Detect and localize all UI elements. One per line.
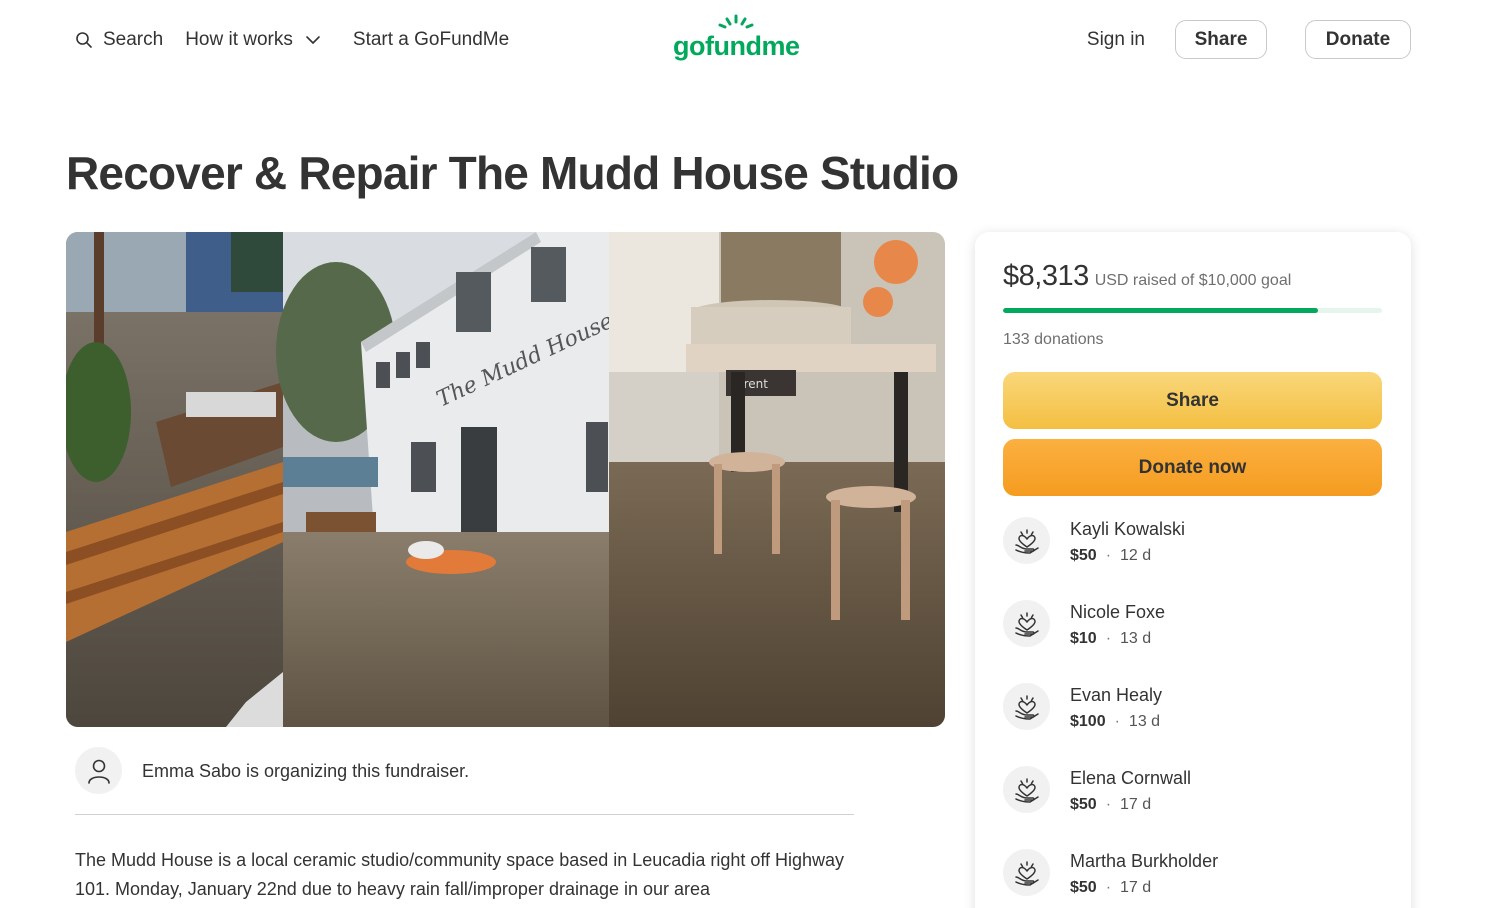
heart-hand-icon (1003, 683, 1050, 730)
search-link[interactable]: Search (75, 29, 163, 51)
separator-dot: · (1105, 796, 1112, 813)
organizer-avatar[interactable] (75, 747, 122, 794)
how-it-works-menu[interactable]: How it works (185, 29, 321, 51)
raised-amount: $8,313 (1003, 260, 1089, 292)
donor-time: 13 d (1128, 713, 1161, 730)
separator-dot: · (1114, 713, 1120, 730)
heart-hand-icon (1003, 600, 1050, 647)
donor-amount: $10 (1070, 630, 1097, 647)
nav-left: Search How it works Start a GoFundMe (75, 24, 509, 56)
header-donate-button[interactable]: Donate (1305, 20, 1411, 59)
donor-item: Elena Cornwall $50 · 17 d (1003, 766, 1382, 849)
nav-right: Sign in Share Donate (1087, 20, 1411, 59)
search-label: Search (103, 29, 164, 50)
donor-amount: $50 (1070, 796, 1097, 813)
donor-meta: $50 · 12 d (1070, 547, 1151, 565)
donate-now-button[interactable]: Donate now (1003, 439, 1382, 496)
logo-text: gofundme (673, 31, 800, 61)
campaign-story: The Mudd House is a local ceramic studio… (75, 850, 845, 899)
raised-summary: $8,313 USD raised of $10,000 goal (1003, 260, 1291, 293)
donor-item: Kayli Kowalski $50 · 12 d (1003, 517, 1382, 600)
donor-name: Kayli Kowalski (1070, 519, 1186, 539)
header-share-button[interactable]: Share (1175, 20, 1267, 59)
donor-time: 13 d (1120, 630, 1152, 647)
donor-meta: $50 · 17 d (1070, 879, 1151, 897)
donor-meta: $100 · 13 d (1070, 713, 1160, 731)
gofundme-logo[interactable]: gofundme (673, 14, 803, 64)
donor-time: 12 d (1120, 547, 1152, 564)
separator-dot: · (1105, 630, 1112, 647)
sign-in-link[interactable]: Sign in (1087, 29, 1145, 51)
donor-list: Kayli Kowalski $50 · 12 d Nicole Foxe $10 · 13 … (1003, 517, 1382, 908)
top-navigation: Search How it works Start a GoFundMe gof… (0, 0, 1500, 80)
separator-dot: · (1105, 547, 1112, 564)
start-gofundme-link[interactable]: Start a GoFundMe (353, 29, 509, 51)
donor-item: Martha Burkholder $50 · 17 d (1003, 849, 1382, 908)
donor-meta: $50 · 17 d (1070, 796, 1151, 814)
goal-text: USD raised of $10,000 goal (1094, 272, 1292, 289)
progress-bar (1003, 308, 1382, 313)
donations-count[interactable]: 133 donations (1003, 331, 1104, 349)
user-icon (87, 759, 110, 784)
donor-item: Evan Healy $100 · 13 d (1003, 683, 1382, 766)
donor-item: Nicole Foxe $10 · 13 d (1003, 600, 1382, 683)
donor-amount: $100 (1070, 713, 1106, 730)
search-icon (75, 31, 93, 49)
separator-dot: · (1105, 879, 1112, 896)
share-button[interactable]: Share (1003, 372, 1382, 429)
progress-fill (1003, 308, 1319, 313)
donor-time: 17 d (1120, 796, 1152, 813)
organizer-text: Emma Sabo is organizing this fundraiser. (142, 761, 470, 781)
donor-name: Nicole Foxe (1070, 602, 1166, 622)
chevron-down-icon (305, 35, 321, 45)
heart-hand-icon (1003, 517, 1050, 564)
donor-name: Martha Burkholder (1070, 851, 1219, 871)
donor-amount: $50 (1070, 547, 1097, 564)
organizer-row: Emma Sabo is organizing this fundraiser. (75, 747, 854, 815)
donor-name: Elena Cornwall (1070, 768, 1192, 788)
how-it-works-label: How it works (185, 29, 293, 50)
donor-time: 17 d (1120, 879, 1152, 896)
donor-name: Evan Healy (1070, 685, 1163, 705)
heart-hand-icon (1003, 766, 1050, 813)
campaign-photo[interactable]: The Mudd House brent (66, 232, 945, 727)
campaign-title: Recover & Repair The Mudd House Studio (66, 147, 959, 199)
donation-card: $8,313 USD raised of $10,000 goal 133 do… (975, 232, 1411, 908)
donor-amount: $50 (1070, 879, 1097, 896)
heart-hand-icon (1003, 849, 1050, 896)
donor-meta: $10 · 13 d (1070, 630, 1151, 648)
start-gofundme-label: Start a GoFundMe (352, 29, 510, 50)
logo-sun-icon (718, 14, 754, 29)
